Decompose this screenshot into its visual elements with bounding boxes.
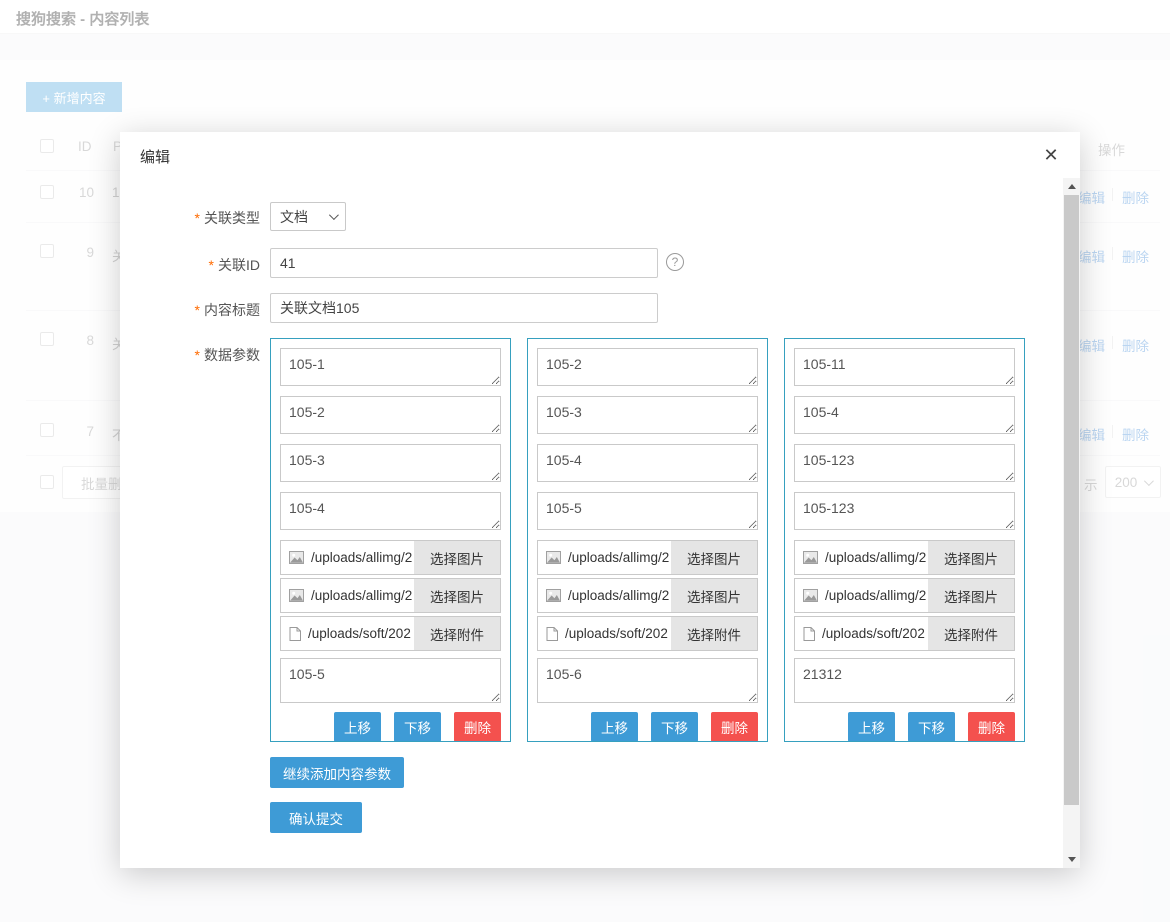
file-path[interactable]: /uploads/soft/202: [308, 626, 414, 641]
image-upload-row: /uploads/allimg/2 选择图片: [280, 578, 501, 613]
modal-title: 编辑: [140, 146, 170, 167]
file-path[interactable]: /uploads/allimg/2: [311, 550, 414, 565]
relation-id-label: *关联ID: [148, 255, 260, 275]
param-textarea[interactable]: 21312: [794, 658, 1015, 703]
move-up-button[interactable]: 上移: [591, 712, 638, 742]
chevron-down-icon: [329, 210, 339, 220]
scroll-down-icon[interactable]: [1063, 851, 1080, 868]
choose-image-button[interactable]: 选择图片: [928, 541, 1014, 574]
relation-type-value: 文档: [280, 207, 308, 227]
delete-param-button[interactable]: 删除: [711, 712, 758, 742]
relation-type-select[interactable]: 文档: [270, 202, 346, 231]
modal-scrollbar[interactable]: [1063, 178, 1080, 868]
image-upload-row: /uploads/allimg/2 选择图片: [280, 540, 501, 575]
move-up-button[interactable]: 上移: [848, 712, 895, 742]
edit-modal: 编辑 ✕ *关联类型 文档 *关联ID ? *内容标题 *数据参数 105-1: [120, 132, 1080, 868]
delete-param-button[interactable]: 删除: [454, 712, 501, 742]
move-down-button[interactable]: 下移: [908, 712, 955, 742]
file-path[interactable]: /uploads/allimg/2: [825, 550, 928, 565]
scrollbar-thumb[interactable]: [1064, 195, 1079, 805]
move-down-button[interactable]: 下移: [394, 712, 441, 742]
panel-actions: 上移 下移 删除: [280, 712, 501, 742]
param-textarea[interactable]: 105-4: [280, 492, 501, 530]
submit-button[interactable]: 确认提交: [270, 802, 362, 833]
relation-type-label: *关联类型: [148, 208, 260, 228]
scroll-up-icon[interactable]: [1063, 178, 1080, 195]
image-icon: [803, 589, 818, 602]
param-textarea[interactable]: 105-123: [794, 492, 1015, 530]
image-upload-row: /uploads/allimg/2 选择图片: [537, 578, 758, 613]
choose-image-button[interactable]: 选择图片: [414, 579, 500, 612]
choose-attachment-button[interactable]: 选择附件: [414, 617, 500, 650]
required-asterisk: *: [195, 347, 200, 363]
content-title-label: *内容标题: [148, 300, 260, 320]
move-up-button[interactable]: 上移: [334, 712, 381, 742]
attachment-upload-row: /uploads/soft/202 选择附件: [280, 616, 501, 651]
panel-actions: 上移 下移 删除: [794, 712, 1015, 742]
image-icon: [289, 589, 304, 602]
file-path[interactable]: /uploads/allimg/2: [568, 588, 671, 603]
image-icon: [546, 589, 561, 602]
param-textarea[interactable]: 105-4: [794, 396, 1015, 434]
file-path[interactable]: /uploads/soft/202: [565, 626, 671, 641]
choose-attachment-button[interactable]: 选择附件: [928, 617, 1014, 650]
file-path[interactable]: /uploads/allimg/2: [311, 588, 414, 603]
relation-id-input[interactable]: [270, 248, 658, 278]
image-icon: [546, 551, 561, 564]
close-icon[interactable]: ✕: [1038, 142, 1064, 168]
image-upload-row: /uploads/allimg/2 选择图片: [794, 578, 1015, 613]
param-textarea[interactable]: 105-6: [537, 658, 758, 703]
param-textarea[interactable]: 105-5: [537, 492, 758, 530]
param-textarea[interactable]: 105-2: [537, 348, 758, 386]
move-down-button[interactable]: 下移: [651, 712, 698, 742]
data-params-label: *数据参数: [148, 345, 260, 365]
choose-image-button[interactable]: 选择图片: [928, 579, 1014, 612]
choose-image-button[interactable]: 选择图片: [414, 541, 500, 574]
file-path[interactable]: /uploads/soft/202: [822, 626, 928, 641]
param-textarea[interactable]: 105-4: [537, 444, 758, 482]
param-panel-3: 105-11 105-4 105-123 105-123 /uploads/al…: [784, 338, 1025, 742]
attachment-upload-row: /uploads/soft/202 选择附件: [794, 616, 1015, 651]
image-icon: [803, 551, 818, 564]
param-textarea[interactable]: 105-123: [794, 444, 1015, 482]
content-title-input[interactable]: [270, 293, 658, 323]
required-asterisk: *: [195, 302, 200, 318]
choose-image-button[interactable]: 选择图片: [671, 541, 757, 574]
add-more-params-button[interactable]: 继续添加内容参数: [270, 757, 404, 788]
param-panel-2: 105-2 105-3 105-4 105-5 /uploads/allimg/…: [527, 338, 768, 742]
panel-actions: 上移 下移 删除: [537, 712, 758, 742]
required-asterisk: *: [209, 257, 214, 273]
param-textarea[interactable]: 105-5: [280, 658, 501, 703]
param-panels: 105-1 105-2 105-3 105-4 /uploads/allimg/…: [270, 338, 1025, 742]
image-icon: [289, 551, 304, 564]
delete-param-button[interactable]: 删除: [968, 712, 1015, 742]
file-path[interactable]: /uploads/allimg/2: [825, 588, 928, 603]
choose-attachment-button[interactable]: 选择附件: [671, 617, 757, 650]
image-upload-row: /uploads/allimg/2 选择图片: [537, 540, 758, 575]
help-icon[interactable]: ?: [666, 253, 684, 271]
param-textarea[interactable]: 105-3: [280, 444, 501, 482]
param-panel-1: 105-1 105-2 105-3 105-4 /uploads/allimg/…: [270, 338, 511, 742]
param-textarea[interactable]: 105-1: [280, 348, 501, 386]
image-upload-row: /uploads/allimg/2 选择图片: [794, 540, 1015, 575]
param-textarea[interactable]: 105-2: [280, 396, 501, 434]
document-icon: [546, 627, 558, 641]
choose-image-button[interactable]: 选择图片: [671, 579, 757, 612]
param-textarea[interactable]: 105-11: [794, 348, 1015, 386]
app-root: 搜狗搜索 - 内容列表 + 新增内容 ID P 操作 10 1 编辑 删除 9 …: [0, 0, 1170, 922]
param-textarea[interactable]: 105-3: [537, 396, 758, 434]
required-asterisk: *: [195, 210, 200, 226]
file-path[interactable]: /uploads/allimg/2: [568, 550, 671, 565]
attachment-upload-row: /uploads/soft/202 选择附件: [537, 616, 758, 651]
document-icon: [289, 627, 301, 641]
document-icon: [803, 627, 815, 641]
